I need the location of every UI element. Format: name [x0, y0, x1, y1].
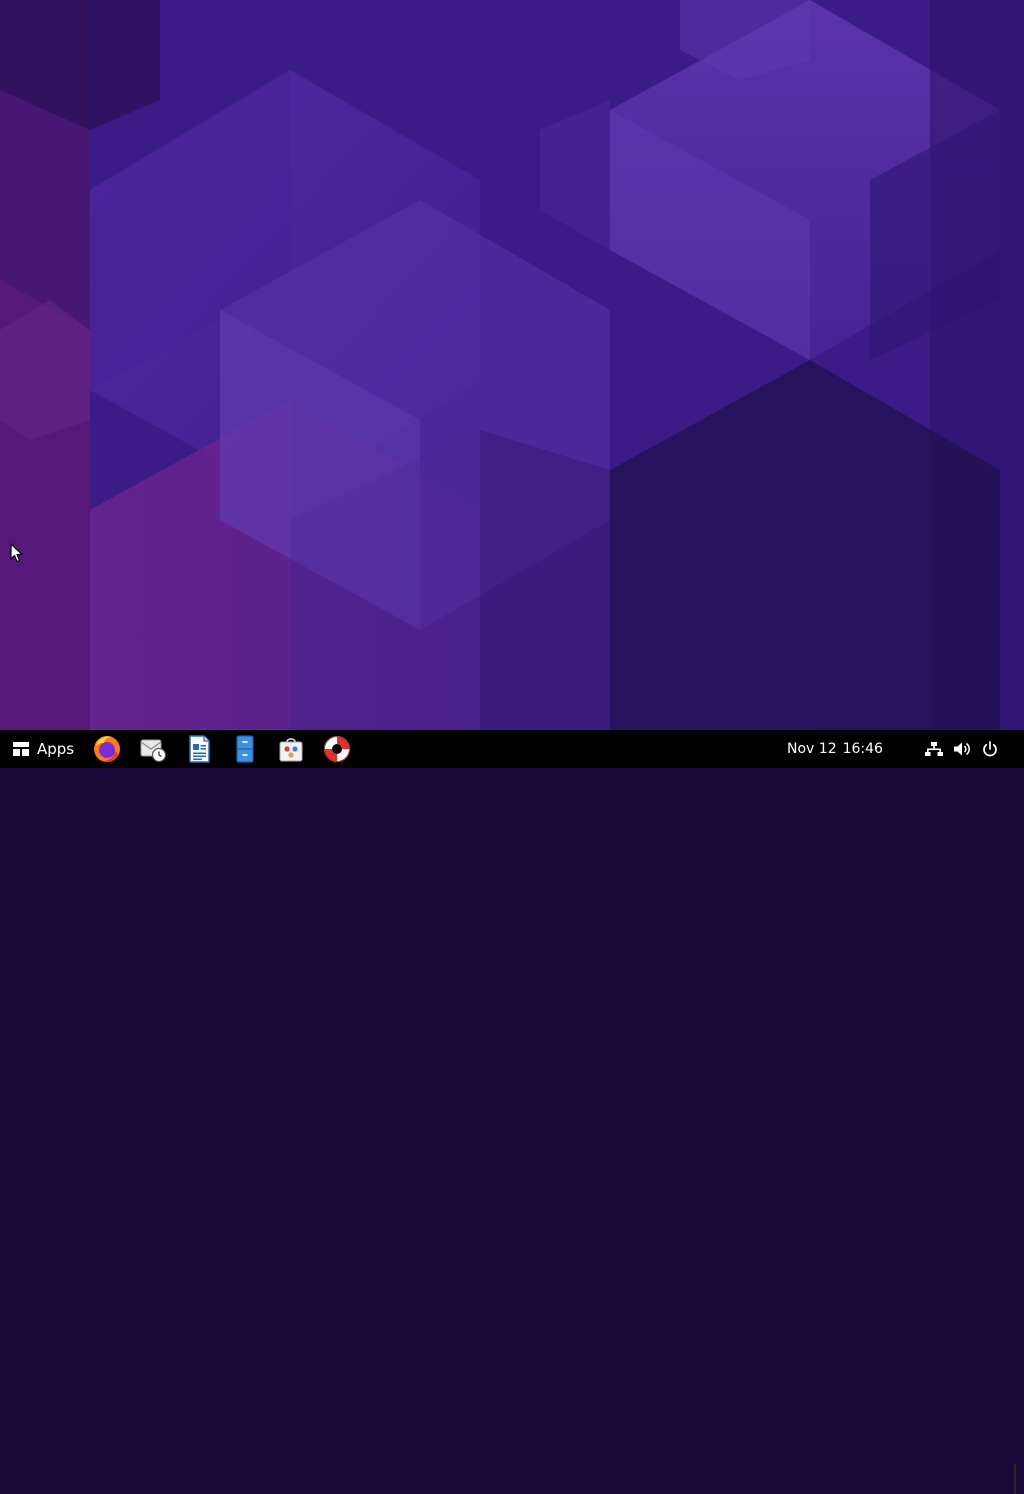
firefox-icon [94, 736, 120, 762]
mouse-cursor-icon [10, 543, 23, 563]
mail-clock-icon [140, 739, 167, 763]
apps-button[interactable]: Apps [6, 730, 78, 768]
document-writer-icon [189, 735, 210, 763]
taskbar-edge-divider [1014, 1464, 1016, 1494]
clock-time: 16:46 [842, 741, 883, 757]
help-launcher[interactable] [317, 730, 357, 768]
apps-label: Apps [37, 740, 75, 758]
taskbar: Apps Nov 12 16:46 [0, 730, 1024, 1494]
volume-icon [954, 742, 970, 756]
files-launcher[interactable] [225, 730, 265, 768]
clock[interactable]: Nov 12 16:46 [780, 730, 890, 768]
wallpaper-image [0, 0, 1024, 730]
lifebuoy-icon [324, 736, 350, 762]
power-icon [983, 741, 997, 757]
software-launcher[interactable] [271, 730, 311, 768]
firefox-launcher[interactable] [87, 730, 127, 768]
power-menu[interactable] [978, 730, 1002, 768]
network-icon [925, 742, 943, 756]
evolution-launcher[interactable] [133, 730, 173, 768]
network-indicator[interactable] [922, 730, 946, 768]
file-cabinet-icon [236, 735, 254, 763]
apps-grid-icon [13, 742, 29, 756]
volume-indicator[interactable] [950, 730, 974, 768]
writer-launcher[interactable] [179, 730, 219, 768]
clock-date: Nov 12 [787, 741, 837, 757]
software-bag-icon [279, 738, 303, 762]
desktop-background[interactable] [0, 0, 1024, 730]
